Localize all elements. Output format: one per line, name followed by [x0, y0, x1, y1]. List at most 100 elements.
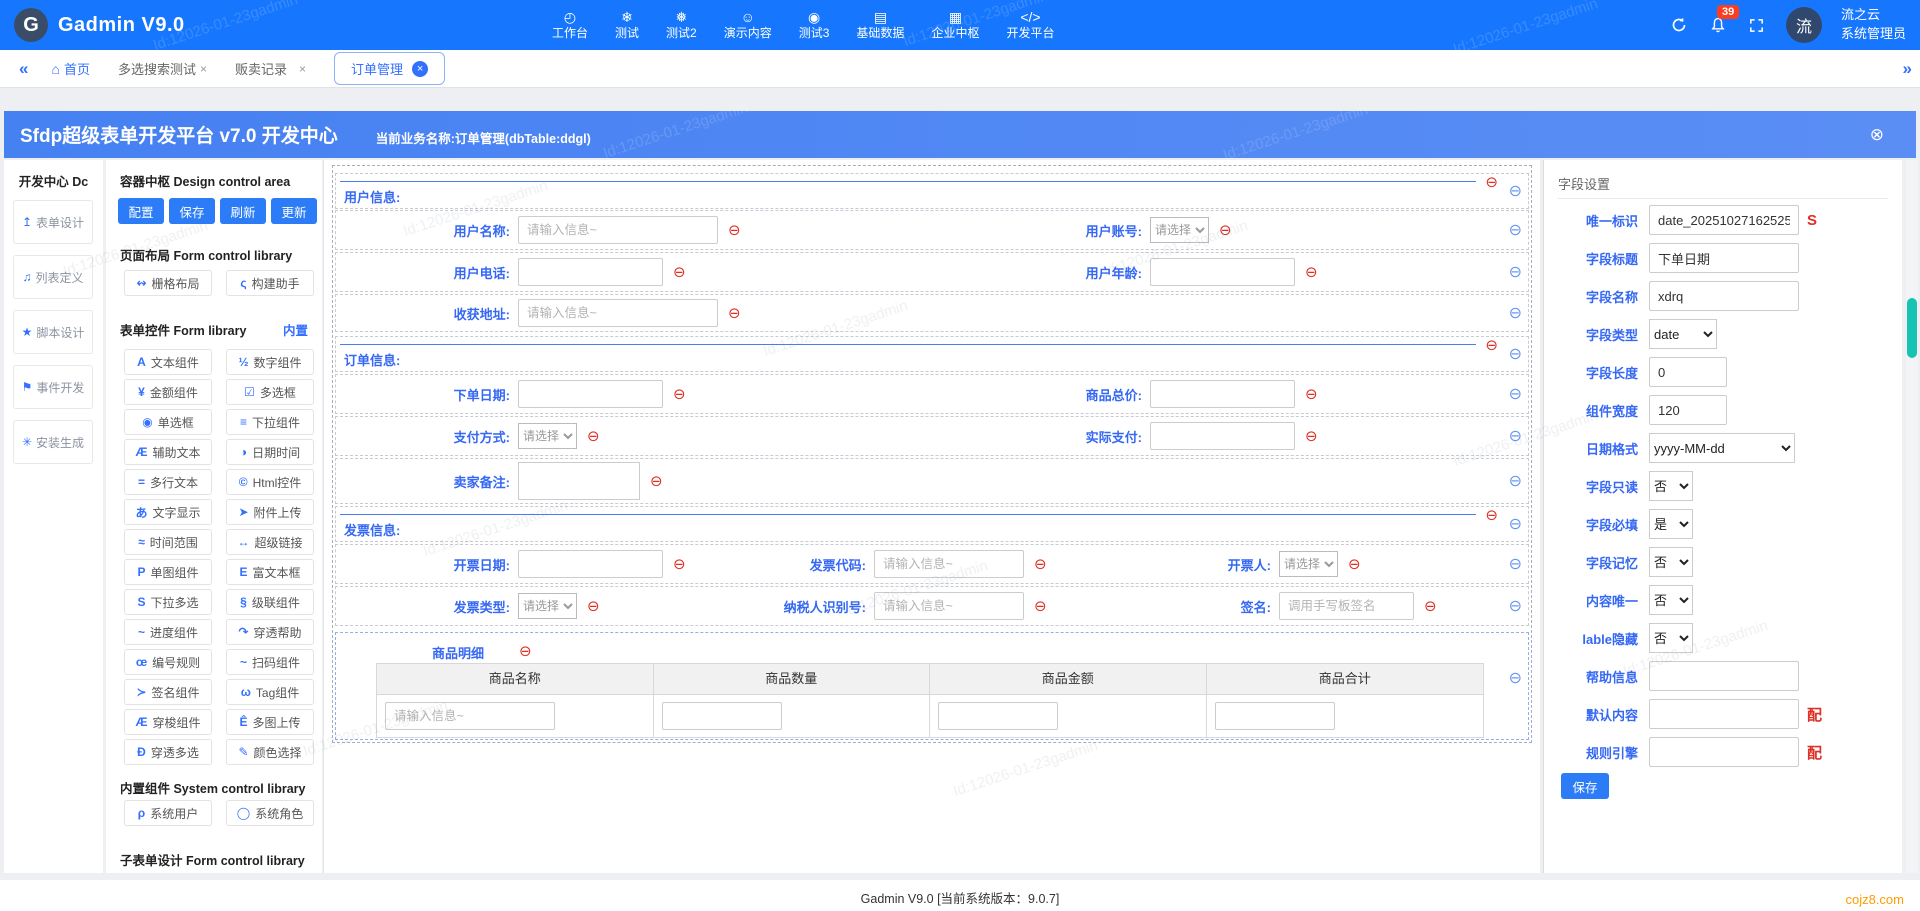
palette-item-time-range[interactable]: ≈时间范围 — [124, 529, 212, 555]
delete-field-icon[interactable]: ⊖ — [1305, 385, 1318, 403]
help-info-input[interactable] — [1649, 661, 1799, 691]
order-date-input[interactable] — [518, 380, 663, 408]
delete-field-icon[interactable]: ⊖ — [1348, 555, 1361, 573]
required-select[interactable]: 是 — [1649, 509, 1693, 539]
palette-item-scan-code[interactable]: ~扫码组件 — [226, 649, 314, 675]
section-header-order[interactable]: ⊖ 订单信息: ⊖ — [335, 336, 1529, 372]
sidebar-item-script-design[interactable]: ★脚本设计 — [13, 310, 93, 354]
palette-item-dropdown[interactable]: ≡下拉组件 — [226, 409, 314, 435]
refresh-button[interactable]: 刷新 — [220, 198, 266, 224]
form-row[interactable]: 用户电话: ⊖ 用户年龄: ⊖ ⊖ — [335, 252, 1529, 292]
builtin-badge[interactable]: 内置 — [283, 320, 308, 339]
palette-item-system-user[interactable]: ρ系统用户 — [124, 800, 212, 826]
palette-item-cascade[interactable]: §级联组件 — [226, 589, 314, 615]
username-input[interactable] — [518, 216, 718, 244]
nav-item-enterprise-hub[interactable]: ▦企业中枢 — [931, 9, 979, 41]
sidebar-item-form-design[interactable]: ↥表单设计 — [13, 200, 93, 244]
taxpayer-id-input[interactable] — [874, 592, 1024, 620]
nav-item-demo[interactable]: ☺演示内容 — [724, 9, 772, 41]
delete-field-icon[interactable]: ⊖ — [673, 263, 686, 281]
palette-item-transfer[interactable]: Æ穿梭组件 — [124, 709, 212, 735]
collapse-row-icon[interactable]: ⊖ — [1509, 220, 1522, 240]
tab-home[interactable]: ⌂ 首页 — [51, 59, 89, 78]
remove-subtable-icon[interactable]: ⊖ — [519, 642, 532, 660]
nav-item-base-data[interactable]: ▤基础数据 — [856, 9, 904, 41]
delete-field-icon[interactable]: ⊖ — [587, 597, 600, 615]
collapse-row-icon[interactable]: ⊖ — [1509, 554, 1522, 574]
user-avatar[interactable]: 流 — [1786, 7, 1822, 43]
delete-field-icon[interactable]: ⊖ — [587, 427, 600, 445]
rule-engine-input[interactable] — [1649, 737, 1799, 767]
save-button[interactable]: 保存 — [169, 198, 215, 224]
tab-sales-records[interactable]: 贩卖记录 × — [235, 59, 306, 78]
collapse-row-icon[interactable]: ⊖ — [1509, 344, 1522, 364]
collapse-row-icon[interactable]: ⊖ — [1509, 514, 1522, 534]
palette-item-pierce-multi[interactable]: Đ穿透多选 — [124, 739, 212, 765]
age-input[interactable] — [1150, 258, 1295, 286]
palette-item-datetime[interactable]: ◑日期时间 — [226, 439, 314, 465]
nav-item-test3[interactable]: ◉测试3 — [799, 9, 830, 41]
configure-link[interactable]: 配 — [1807, 704, 1822, 725]
form-row[interactable]: 支付方式: 请选择 ⊖ 实际支付: ⊖ ⊖ — [335, 416, 1529, 456]
remove-row-icon[interactable]: ⊖ — [1485, 506, 1498, 524]
palette-item-multi-dropdown[interactable]: S下拉多选 — [124, 589, 212, 615]
nav-item-test2[interactable]: ❅测试2 — [666, 9, 697, 41]
grid-layout-item[interactable]: ↭栅格布局 — [124, 270, 212, 296]
collapse-row-icon[interactable]: ⊖ — [1509, 668, 1522, 688]
close-icon[interactable]: × — [412, 61, 428, 77]
palette-item-progress[interactable]: ~进度组件 — [124, 619, 212, 645]
collapse-row-icon[interactable]: ⊖ — [1509, 384, 1522, 404]
build-assistant-item[interactable]: ς构建助手 — [226, 270, 314, 296]
palette-item-radio[interactable]: ◉单选框 — [124, 409, 212, 435]
configure-link[interactable]: 配 — [1807, 742, 1822, 763]
palette-item-single-image[interactable]: P单图组件 — [124, 559, 212, 585]
palette-item-number-rule[interactable]: œ编号规则 — [124, 649, 212, 675]
form-row[interactable]: 发票类型: 请选择 ⊖ 纳税人识别号: ⊖ 签名: ⊖ ⊖ — [335, 586, 1529, 626]
section-header-user[interactable]: ⊖ 用户信息: ⊖ — [335, 173, 1529, 209]
s-flag[interactable]: S — [1807, 212, 1817, 229]
delete-field-icon[interactable]: ⊖ — [1219, 221, 1232, 239]
palette-item-richtext[interactable]: E富文本框 — [226, 559, 314, 585]
readonly-select[interactable]: 否 — [1649, 471, 1693, 501]
delete-field-icon[interactable]: ⊖ — [1424, 597, 1437, 615]
close-circle-icon[interactable]: ⊗ — [1870, 125, 1884, 145]
delete-field-icon[interactable]: ⊖ — [1034, 597, 1047, 615]
config-button[interactable]: 配置 — [118, 198, 164, 224]
product-qty-input[interactable] — [662, 702, 782, 730]
refresh-icon[interactable] — [1669, 15, 1689, 35]
palette-item-system-role[interactable]: ◯系统角色 — [226, 800, 314, 826]
form-row[interactable]: 用户名称: ⊖ 用户账号: 请选择 ⊖ ⊖ — [335, 210, 1529, 250]
form-row[interactable]: 下单日期: ⊖ 商品总价: ⊖ ⊖ — [335, 374, 1529, 414]
palette-item-tag[interactable]: ωTag组件 — [226, 679, 314, 705]
tab-order-management-active[interactable]: 订单管理 × — [334, 52, 445, 85]
nav-item-dev-platform[interactable]: </>开发平台 — [1006, 9, 1054, 41]
form-row[interactable]: 收获地址: ⊖ ⊖ — [335, 294, 1529, 332]
delete-field-icon[interactable]: ⊖ — [1034, 555, 1047, 573]
field-name-input[interactable] — [1649, 281, 1799, 311]
delete-field-icon[interactable]: ⊖ — [673, 555, 686, 573]
field-type-select[interactable]: date — [1649, 319, 1717, 349]
signature-input[interactable] — [1279, 592, 1414, 620]
tab-multi-select-search-test[interactable]: 多选搜索测试 × — [118, 59, 207, 78]
default-content-input[interactable] — [1649, 699, 1799, 729]
subtable-block[interactable]: 商品明细 ⊖ 商品名称 商品数量 商品金额 商品合计 — [335, 632, 1529, 740]
address-input[interactable] — [518, 299, 718, 327]
palette-item-checkbox[interactable]: ☑多选框 — [226, 379, 314, 405]
seller-note-textarea[interactable] — [518, 462, 640, 500]
form-row[interactable]: 卖家备注: ⊖ ⊖ — [335, 458, 1529, 504]
nav-item-workbench[interactable]: ◴工作台 — [552, 9, 588, 41]
field-length-input[interactable] — [1649, 357, 1727, 387]
notification-bell-icon[interactable]: 39 — [1708, 15, 1728, 35]
scrollbar-track[interactable] — [1906, 160, 1918, 873]
invoice-type-select[interactable]: 请选择 — [518, 593, 577, 619]
form-row[interactable]: 开票日期: ⊖ 发票代码: ⊖ 开票人: 请选择 ⊖ ⊖ — [335, 544, 1529, 584]
palette-item-text-display[interactable]: あ文字显示 — [124, 499, 212, 525]
sidebar-item-event-dev[interactable]: ⚑事件开发 — [13, 365, 93, 409]
update-button[interactable]: 更新 — [271, 198, 317, 224]
palette-item-helper-text[interactable]: Æ辅助文本 — [124, 439, 212, 465]
delete-field-icon[interactable]: ⊖ — [650, 472, 663, 490]
section-header-invoice[interactable]: ⊖ 发票信息: ⊖ — [335, 506, 1529, 542]
delete-field-icon[interactable]: ⊖ — [1305, 427, 1318, 445]
palette-item-signature[interactable]: ≻签名组件 — [124, 679, 212, 705]
invoice-person-select[interactable]: 请选择 — [1279, 551, 1338, 577]
